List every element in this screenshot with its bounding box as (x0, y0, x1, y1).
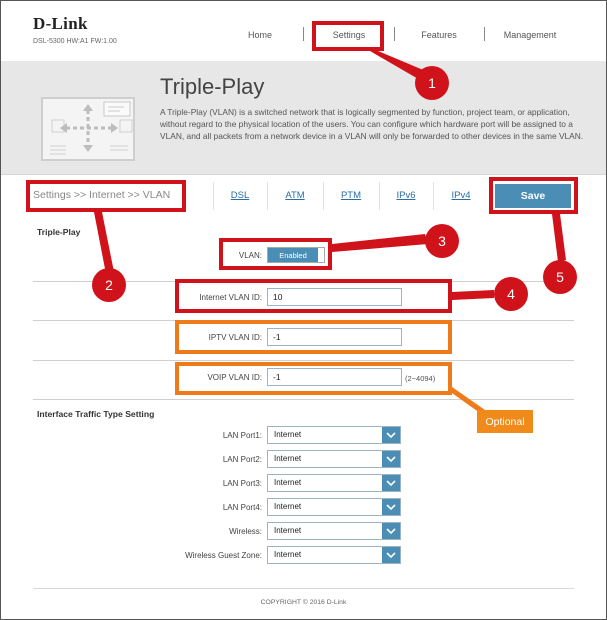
step-marker-2: 2 (92, 268, 126, 302)
step-marker-1: 1 (415, 66, 449, 100)
step-marker-5: 5 (543, 260, 577, 294)
step-marker-4: 4 (494, 277, 528, 311)
step-marker-3: 3 (425, 224, 459, 258)
optional-badge: Optional (477, 410, 533, 433)
